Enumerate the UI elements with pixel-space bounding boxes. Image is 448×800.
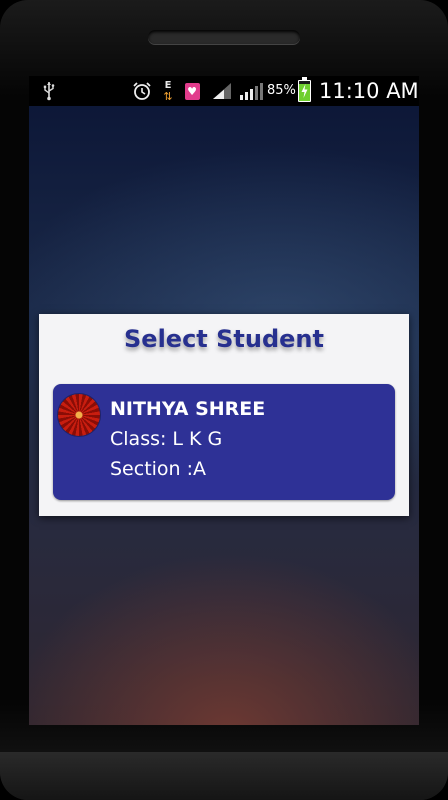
status-clock: 11:10 AM [319,79,419,103]
battery-percentage: 85% [267,83,296,98]
heart-icon: ♥ [187,84,197,98]
data-network-letter: E [164,79,172,91]
data-arrows-icon: ⇅ [163,89,173,103]
data-transfer-icon: E ⇅ [161,76,175,106]
phone-bottom-bezel [0,752,448,800]
student-avatar [58,394,100,436]
select-student-dialog: Select Student NITHYA SHREE Class: L K G… [39,314,409,516]
battery-charging-icon [296,76,312,106]
device-screen: E ⇅ ♥ 85% 11:10 AM Select Student NITHYA… [29,76,419,725]
signal-icon-sim2 [238,76,266,106]
status-bar: E ⇅ ♥ 85% 11:10 AM [29,76,419,106]
alarm-icon [131,76,153,106]
dialog-title: Select Student [124,325,324,353]
usb-icon [39,76,59,106]
student-name: NITHYA SHREE [110,398,266,420]
signal-icon [211,76,233,106]
student-section: Section :A [110,458,207,480]
student-list-item[interactable]: NITHYA SHREE Class: L K G Section :A [53,384,395,500]
health-app-icon: ♥ [183,76,201,106]
phone-speaker-grille [148,30,300,44]
student-class: Class: L K G [110,428,223,450]
